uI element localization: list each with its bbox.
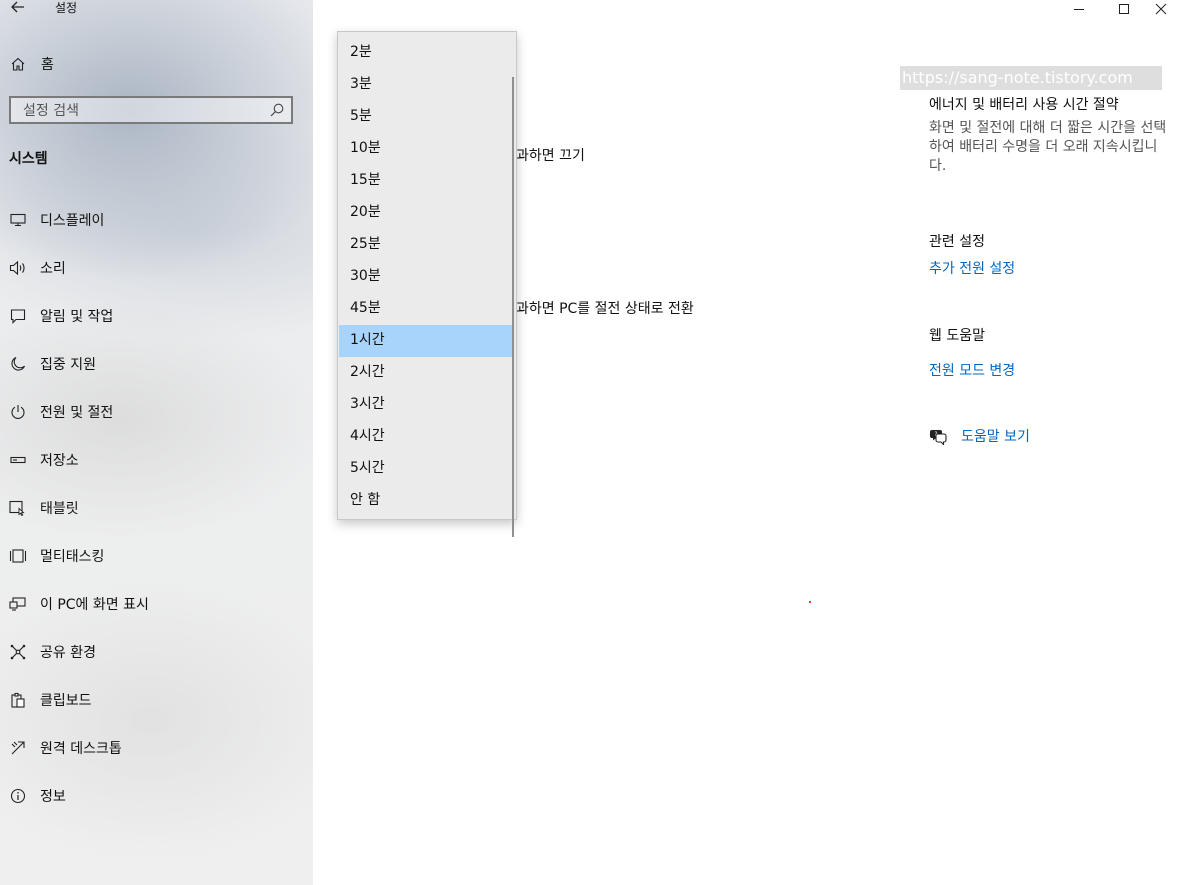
sidebar-item-label: 멀티태스킹 (40, 549, 105, 565)
search-input[interactable] (21, 101, 265, 121)
web-help-title: 웹 도움말 (929, 328, 985, 344)
app-title: 설정 (55, 1, 78, 15)
notification-icon (9, 307, 27, 325)
share-icon (9, 643, 27, 661)
dropdown-options: 2분 3분 5분 10분 15분 20분 25분 30분 45분 1시간 2시간… (339, 37, 513, 517)
sidebar-item-label: 저장소 (40, 453, 79, 469)
get-help-link[interactable]: ? 도움말 보기 (929, 426, 1030, 446)
sidebar-nav: 디스플레이 소리 알림 및 작업 집중 지원 전원 및 절전 저장소 태블릿 멀… (0, 196, 313, 820)
close-icon (1155, 3, 1167, 15)
sidebar-item-label: 원격 데스크톱 (40, 741, 122, 757)
dropdown-option[interactable]: 15분 (339, 165, 513, 197)
sidebar-item-label: 태블릿 (40, 501, 79, 517)
sidebar-item-label: 디스플레이 (40, 213, 105, 229)
sidebar-item-label: 정보 (40, 789, 66, 805)
dropdown-option[interactable]: 30분 (339, 261, 513, 293)
sidebar-item-project[interactable]: 이 PC에 화면 표시 (0, 580, 313, 628)
dropdown-scrollbar[interactable] (512, 77, 514, 537)
sidebar: 설정 홈 시스템 디스플레이 소리 알림 및 작 (0, 0, 313, 885)
minimize-icon (1074, 9, 1084, 10)
sleep-label: 과하면 PC를 절전 상태로 전환 (516, 301, 694, 317)
sidebar-item-display[interactable]: 디스플레이 (0, 196, 313, 244)
dropdown-option[interactable]: 5시간 (339, 453, 513, 485)
back-arrow-icon[interactable] (9, 0, 27, 16)
dropdown-option[interactable]: 3시간 (339, 389, 513, 421)
section-title: 시스템 (9, 151, 48, 167)
dropdown-option[interactable]: 10분 (339, 133, 513, 165)
sidebar-item-power-sleep[interactable]: 전원 및 절전 (0, 388, 313, 436)
multitasking-icon (9, 547, 27, 565)
sidebar-item-label: 클립보드 (40, 693, 92, 709)
storage-icon (9, 451, 27, 469)
project-icon (9, 595, 27, 613)
additional-power-settings-link[interactable]: 추가 전원 설정 (929, 258, 1015, 278)
power-icon (9, 403, 27, 421)
sidebar-item-storage[interactable]: 저장소 (0, 436, 313, 484)
dropdown-option[interactable]: 안 함 (339, 485, 513, 517)
stray-pixel (809, 601, 811, 603)
sidebar-item-label: 공유 환경 (40, 645, 96, 661)
sidebar-item-label: 소리 (40, 261, 66, 277)
search-icon[interactable] (269, 102, 285, 118)
dropdown-option[interactable]: 20분 (339, 197, 513, 229)
timeout-dropdown-list[interactable]: 2분 3분 5분 10분 15분 20분 25분 30분 45분 1시간 2시간… (337, 31, 517, 537)
help-chat-icon: ? (929, 427, 947, 446)
sidebar-item-shared-experiences[interactable]: 공유 환경 (0, 628, 313, 676)
sidebar-item-about[interactable]: 정보 (0, 772, 313, 820)
sidebar-item-label: 이 PC에 화면 표시 (40, 597, 149, 613)
sidebar-item-tablet[interactable]: 태블릿 (0, 484, 313, 532)
dropdown-option[interactable]: 5분 (339, 101, 513, 133)
sidebar-item-label: 알림 및 작업 (40, 309, 114, 325)
home-label: 홈 (41, 57, 54, 73)
close-button[interactable] (1138, 0, 1184, 18)
dropdown-option[interactable]: 3분 (339, 69, 513, 101)
change-power-mode-link[interactable]: 전원 모드 변경 (929, 360, 1015, 380)
dropdown-option[interactable]: 4시간 (339, 421, 513, 453)
sidebar-item-focus-assist[interactable]: 집중 지원 (0, 340, 313, 388)
speaker-icon (9, 259, 27, 277)
sidebar-home[interactable]: 홈 (9, 53, 54, 75)
energy-title: 에너지 및 배터리 사용 시간 절약 (929, 97, 1119, 113)
screen-off-label: 과하면 끄기 (516, 148, 585, 164)
get-help-label: 도움말 보기 (961, 429, 1030, 445)
dropdown-option[interactable]: 2시간 (339, 357, 513, 389)
moon-icon (9, 355, 27, 373)
sidebar-item-label: 전원 및 절전 (40, 405, 114, 421)
sidebar-item-remote-desktop[interactable]: 원격 데스크톱 (0, 724, 313, 772)
sidebar-item-label: 집중 지원 (40, 357, 96, 373)
minimize-button[interactable] (1056, 0, 1102, 18)
clipboard-icon (9, 691, 27, 709)
home-icon (9, 55, 27, 73)
sidebar-item-notifications[interactable]: 알림 및 작업 (0, 292, 313, 340)
search-box[interactable] (9, 96, 293, 124)
tablet-icon (9, 499, 27, 517)
sidebar-item-clipboard[interactable]: 클립보드 (0, 676, 313, 724)
sidebar-item-multitasking[interactable]: 멀티태스킹 (0, 532, 313, 580)
dropdown-option[interactable]: 25분 (339, 229, 513, 261)
dropdown-option-selected[interactable]: 1시간 (339, 325, 513, 357)
maximize-icon (1119, 4, 1129, 14)
info-icon (9, 787, 27, 805)
related-settings-title: 관련 설정 (929, 234, 985, 250)
sidebar-item-sound[interactable]: 소리 (0, 244, 313, 292)
svg-text:?: ? (934, 431, 937, 438)
monitor-icon (9, 211, 27, 229)
dropdown-option[interactable]: 2분 (339, 37, 513, 69)
remote-desktop-icon (9, 739, 27, 757)
dropdown-option[interactable]: 45분 (339, 293, 513, 325)
watermark: https://sang-note.tistory.com (900, 66, 1162, 90)
energy-description: 화면 및 절전에 대해 더 짧은 시간을 선택하여 배터리 수명을 더 오래 지… (929, 120, 1167, 174)
